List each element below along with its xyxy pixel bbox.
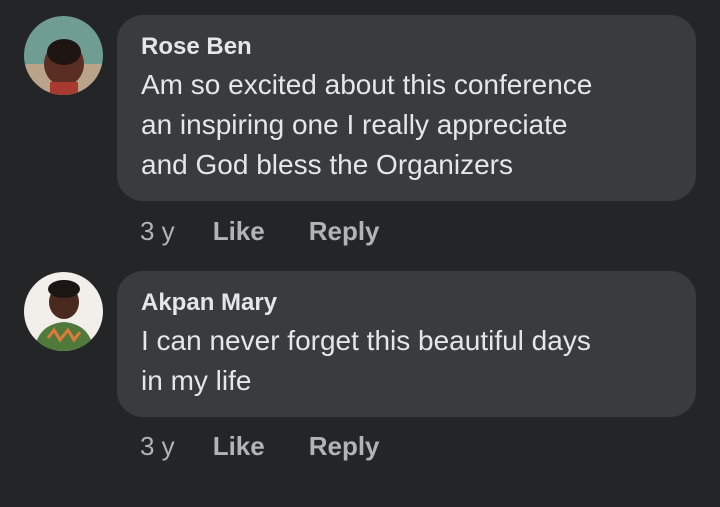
comment-timestamp[interactable]: 3 y bbox=[140, 431, 175, 461]
avatar[interactable] bbox=[24, 16, 103, 95]
profile-photo-icon bbox=[24, 272, 103, 351]
comment-text: I can never forget this beautiful days i… bbox=[141, 325, 591, 396]
comment-actions: 3 y Like Reply bbox=[140, 431, 380, 461]
comment-text: Am so excited about this conference an i… bbox=[141, 69, 593, 180]
comment-bubble: Akpan Mary I can never forget this beaut… bbox=[117, 271, 696, 417]
comment-bubble: Rose Ben Am so excited about this confer… bbox=[117, 15, 696, 201]
reply-button[interactable]: Reply bbox=[309, 431, 380, 461]
comment-actions: 3 y Like Reply bbox=[140, 216, 380, 246]
comment-timestamp[interactable]: 3 y bbox=[140, 216, 175, 246]
like-button[interactable]: Like bbox=[213, 431, 265, 461]
profile-photo-icon bbox=[24, 16, 103, 95]
comment-author[interactable]: Rose Ben bbox=[141, 33, 672, 61]
comment-author[interactable]: Akpan Mary bbox=[141, 289, 672, 317]
like-button[interactable]: Like bbox=[213, 216, 265, 246]
reply-button[interactable]: Reply bbox=[309, 216, 380, 246]
avatar[interactable] bbox=[24, 272, 103, 351]
